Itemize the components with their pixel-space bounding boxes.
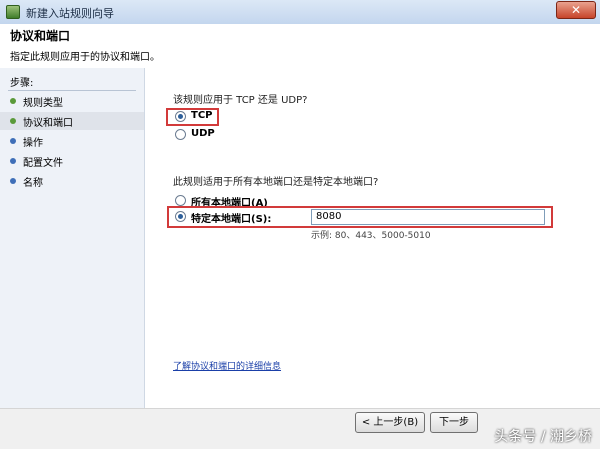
close-button[interactable]: ✕ <box>556 1 596 19</box>
step-dot-icon <box>10 178 16 184</box>
steps-sidebar: 步骤: 规则类型 协议和端口 操作 配置文件 名称 <box>0 68 145 408</box>
radio-tcp-control[interactable] <box>175 111 186 122</box>
learn-more-link[interactable]: 了解协议和端口的详细信息 <box>173 359 281 372</box>
page-title: 协议和端口 <box>10 29 71 43</box>
radio-specific-ports-control[interactable] <box>175 211 186 222</box>
back-button[interactable]: < 上一步(B) <box>355 412 425 433</box>
step-rule-type[interactable]: 规则类型 <box>0 92 144 110</box>
wizard-footer: < 上一步(B) 下一步 头条号 / 潮乡桥 <box>0 408 600 449</box>
radio-specific-ports[interactable]: 特定本地端口(S): <box>175 209 309 225</box>
step-dot-icon <box>10 98 16 104</box>
ports-question: 此规则适用于所有本地端口还是特定本地端口? <box>173 177 379 188</box>
specific-ports-input[interactable]: 8080 <box>311 209 545 225</box>
step-label: 操作 <box>23 138 43 149</box>
wizard-header: 协议和端口 指定此规则应用于的协议和端口。 <box>0 24 600 69</box>
firewall-icon <box>6 5 20 19</box>
step-dot-icon <box>10 118 16 124</box>
radio-udp-label: UDP <box>191 128 215 139</box>
radio-udp[interactable]: UDP <box>175 127 235 143</box>
radio-tcp[interactable]: TCP <box>175 109 235 125</box>
step-name[interactable]: 名称 <box>0 172 144 190</box>
radio-specific-ports-label: 特定本地端口(S): <box>191 214 272 225</box>
main-content: 该规则应用于 TCP 还是 UDP? TCP UDP 此规则适用于所有本地端口还… <box>145 68 600 408</box>
ports-example-text: 示例: 80、443、5000-5010 <box>311 231 431 241</box>
radio-udp-control[interactable] <box>175 129 186 140</box>
close-icon: ✕ <box>570 3 582 17</box>
title-bar[interactable]: 新建入站规则向导 ✕ <box>0 0 600 25</box>
step-dot-icon <box>10 158 16 164</box>
protocol-question: 该规则应用于 TCP 还是 UDP? <box>173 95 308 106</box>
steps-divider <box>8 90 136 91</box>
watermark: 头条号 / 潮乡桥 <box>494 429 592 445</box>
steps-label: 步骤: <box>10 78 34 89</box>
window-title: 新建入站规则向导 <box>26 7 114 20</box>
radio-tcp-label: TCP <box>191 110 213 121</box>
next-button[interactable]: 下一步 <box>430 412 478 433</box>
step-protocol-ports[interactable]: 协议和端口 <box>0 112 144 130</box>
wizard-window: 新建入站规则向导 ✕ 协议和端口 指定此规则应用于的协议和端口。 步骤: 规则类… <box>0 0 600 449</box>
step-label: 名称 <box>23 178 43 189</box>
step-label: 配置文件 <box>23 158 63 169</box>
step-label: 协议和端口 <box>23 118 73 129</box>
step-label: 规则类型 <box>23 98 63 109</box>
step-action[interactable]: 操作 <box>0 132 144 150</box>
page-subtitle: 指定此规则应用于的协议和端口。 <box>10 52 160 63</box>
radio-all-ports-control[interactable] <box>175 195 186 206</box>
step-dot-icon <box>10 138 16 144</box>
step-profile[interactable]: 配置文件 <box>0 152 144 170</box>
